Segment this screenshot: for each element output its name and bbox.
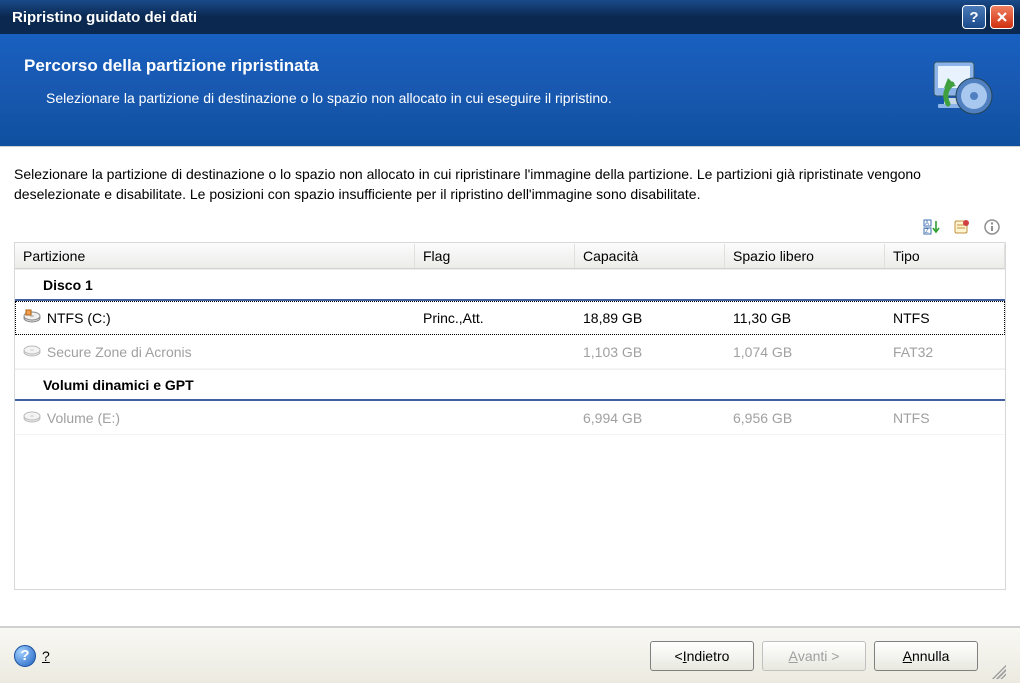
help-link[interactable]: ? ? xyxy=(14,645,50,667)
table-row[interactable]: NTFS (C:) Princ.,Att. 18,89 GB 11,30 GB … xyxy=(15,301,1005,335)
col-spazio[interactable]: Spazio libero xyxy=(725,244,885,268)
row-tipo: NTFS xyxy=(885,406,1005,430)
disk-icon xyxy=(23,409,43,423)
restore-icon xyxy=(928,54,996,122)
col-tipo[interactable]: Tipo xyxy=(885,244,1005,268)
info-icon xyxy=(983,218,1001,236)
row-cap: 1,103 GB xyxy=(575,340,725,364)
help-link-label: ? xyxy=(42,648,50,664)
titlebar-close-button[interactable] xyxy=(990,5,1014,29)
row-tipo: NTFS xyxy=(885,306,1005,330)
cancel-button[interactable]: Annulla xyxy=(874,641,978,671)
sort-icon: A Z xyxy=(923,218,941,236)
resize-grip[interactable] xyxy=(988,661,1006,679)
next-button: Avanti > xyxy=(762,641,866,671)
titlebar-help-button[interactable]: ? xyxy=(962,5,986,29)
sort-button[interactable]: A Z xyxy=(920,216,944,238)
col-partizione[interactable]: Partizione xyxy=(15,244,415,268)
properties-icon xyxy=(953,218,971,236)
group-label: Disco 1 xyxy=(43,277,93,293)
table-row: Secure Zone di Acronis 1,103 GB 1,074 GB… xyxy=(15,335,1005,369)
properties-button[interactable] xyxy=(950,216,974,238)
row-name: Secure Zone di Acronis xyxy=(47,344,192,360)
content-area: Selezionare la partizione di destinazion… xyxy=(0,146,1020,627)
group-disco1: Disco 1 xyxy=(15,269,1005,301)
row-free: 1,074 GB xyxy=(725,340,885,364)
info-button[interactable] xyxy=(980,216,1004,238)
row-flag xyxy=(415,414,575,422)
partition-table: Partizione Flag Capacità Spazio libero T… xyxy=(14,242,1006,590)
row-flag xyxy=(415,348,575,356)
table-body: Disco 1 NTFS (C:) Princ.,Att. 18,89 GB 1… xyxy=(15,269,1005,589)
banner-subtitle: Selezionare la partizione di destinazion… xyxy=(24,90,908,106)
table-header: Partizione Flag Capacità Spazio libero T… xyxy=(15,243,1005,269)
row-cap: 18,89 GB xyxy=(575,306,725,330)
col-capacita[interactable]: Capacità xyxy=(575,244,725,268)
title-bar: Ripristino guidato dei dati ? xyxy=(0,0,1020,34)
banner-title: Percorso della partizione ripristinata xyxy=(24,56,908,76)
disk-icon xyxy=(23,309,43,323)
svg-text:Z: Z xyxy=(925,229,929,235)
svg-text:A: A xyxy=(925,221,929,227)
table-row: Volume (E:) 6,994 GB 6,956 GB NTFS xyxy=(15,401,1005,435)
toolbar: A Z xyxy=(14,216,1006,238)
disk-icon xyxy=(23,343,43,357)
group-volumi: Volumi dinamici e GPT xyxy=(15,369,1005,401)
row-tipo: FAT32 xyxy=(885,340,1005,364)
row-name: NTFS (C:) xyxy=(47,310,111,326)
help-icon: ? xyxy=(14,645,36,667)
row-free: 11,30 GB xyxy=(725,306,885,330)
banner-text: Percorso della partizione ripristinata S… xyxy=(24,52,908,106)
description-text: Selezionare la partizione di destinazion… xyxy=(14,165,1006,204)
row-free: 6,956 GB xyxy=(725,406,885,430)
back-button[interactable]: < Indietro xyxy=(650,641,754,671)
row-name: Volume (E:) xyxy=(47,410,120,426)
banner: Percorso della partizione ripristinata S… xyxy=(0,34,1020,146)
footer: ? ? < Indietro Avanti > Annulla xyxy=(0,627,1020,683)
close-icon xyxy=(996,11,1008,23)
window-title: Ripristino guidato dei dati xyxy=(12,9,962,26)
titlebar-buttons: ? xyxy=(962,5,1014,29)
row-cap: 6,994 GB xyxy=(575,406,725,430)
col-flag[interactable]: Flag xyxy=(415,244,575,268)
row-flag: Princ.,Att. xyxy=(415,306,575,330)
group-label: Volumi dinamici e GPT xyxy=(43,377,194,393)
